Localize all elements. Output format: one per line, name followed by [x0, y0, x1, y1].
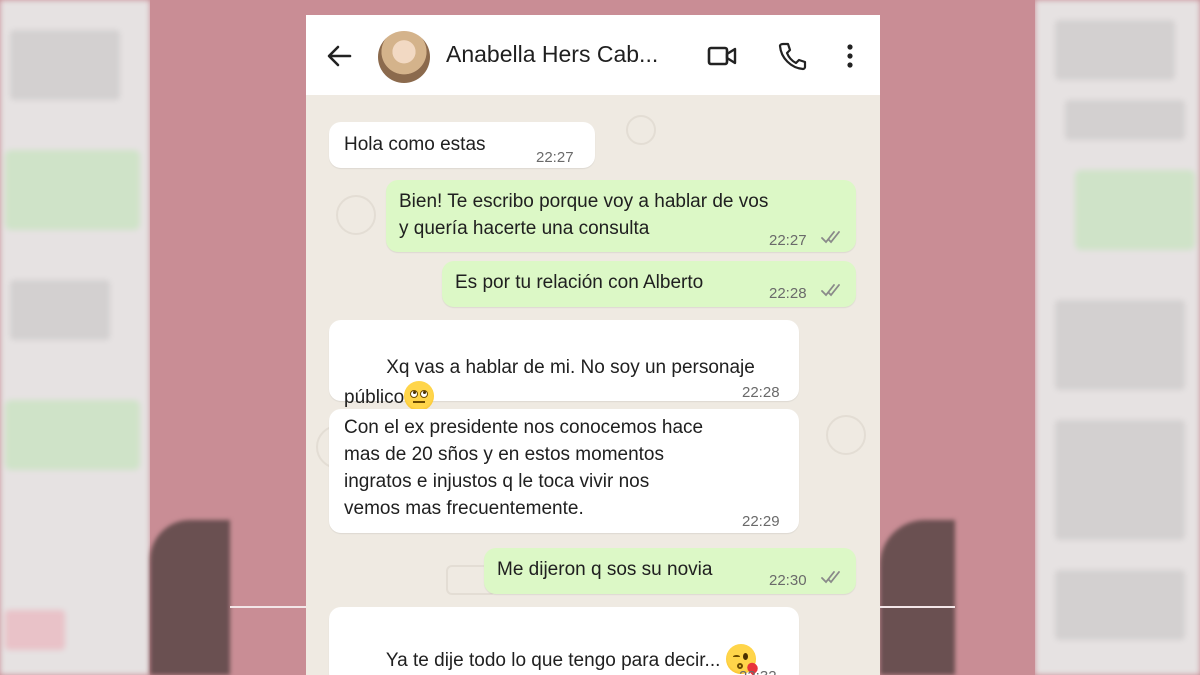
message-bubble-incoming[interactable]: Xq vas a hablar de mi. No soy un persona… — [329, 320, 799, 411]
message-bubble-outgoing[interactable]: Es por tu relación con Alberto 22:28 — [442, 261, 856, 307]
chat-screenshot: Anabella Hers Cab... Hola como estas 22:… — [306, 15, 880, 675]
back-arrow-icon[interactable] — [326, 43, 352, 69]
message-text: Ya te dije todo lo que tengo para decir.… — [385, 650, 721, 671]
message-text-wrap: Ya te dije todo lo que tengo para decir.… — [344, 617, 760, 675]
message-bubble-incoming[interactable]: Ya te dije todo lo que tengo para decir.… — [329, 607, 799, 675]
divider-line-left — [230, 606, 306, 608]
more-options-icon[interactable] — [838, 41, 870, 71]
message-text: Es por tu relación con Alberto — [455, 272, 704, 293]
silhouette-left — [150, 520, 230, 675]
contact-name[interactable]: Anabella Hers Cab... — [446, 41, 658, 68]
message-bubble-incoming[interactable]: Con el ex presidente nos conocemos hace … — [329, 409, 799, 533]
read-ticks-icon — [821, 571, 840, 584]
video-call-icon[interactable] — [706, 41, 738, 71]
message-time: 22:28 — [769, 285, 807, 302]
message-text: Con el ex presidente nos conocemos hace … — [344, 417, 704, 519]
blurred-left-panel — [0, 0, 150, 675]
message-time: 22:28 — [742, 384, 780, 401]
message-time: 22:27 — [769, 232, 807, 249]
rolling-eyes-emoji-icon — [404, 381, 435, 411]
read-ticks-icon — [821, 231, 840, 244]
silhouette-right — [880, 520, 955, 675]
phone-call-icon[interactable] — [776, 41, 808, 71]
message-bubble-outgoing[interactable]: Bien! Te escribo porque voy a hablar de … — [386, 180, 856, 252]
read-ticks-icon — [821, 284, 840, 297]
message-time: 22:32 — [739, 663, 777, 675]
message-time: 22:29 — [742, 513, 780, 530]
message-time: 22:30 — [769, 572, 807, 589]
message-time: 22:27 — [536, 149, 574, 166]
chat-header: Anabella Hers Cab... — [306, 15, 880, 95]
chat-area[interactable]: Hola como estas 22:27 Bien! Te escribo p… — [306, 95, 880, 675]
blurred-right-panel — [1035, 0, 1200, 675]
message-text: Hola como estas — [344, 134, 486, 155]
contact-avatar[interactable] — [378, 31, 430, 83]
message-text: Bien! Te escribo porque voy a hablar de … — [399, 191, 769, 239]
message-bubble-outgoing[interactable]: Me dijeron q sos su novia 22:30 — [484, 548, 856, 594]
message-text: Me dijeron q sos su novia — [497, 559, 713, 580]
message-bubble-incoming[interactable]: Hola como estas 22:27 — [329, 122, 595, 168]
divider-line-right — [880, 606, 955, 608]
